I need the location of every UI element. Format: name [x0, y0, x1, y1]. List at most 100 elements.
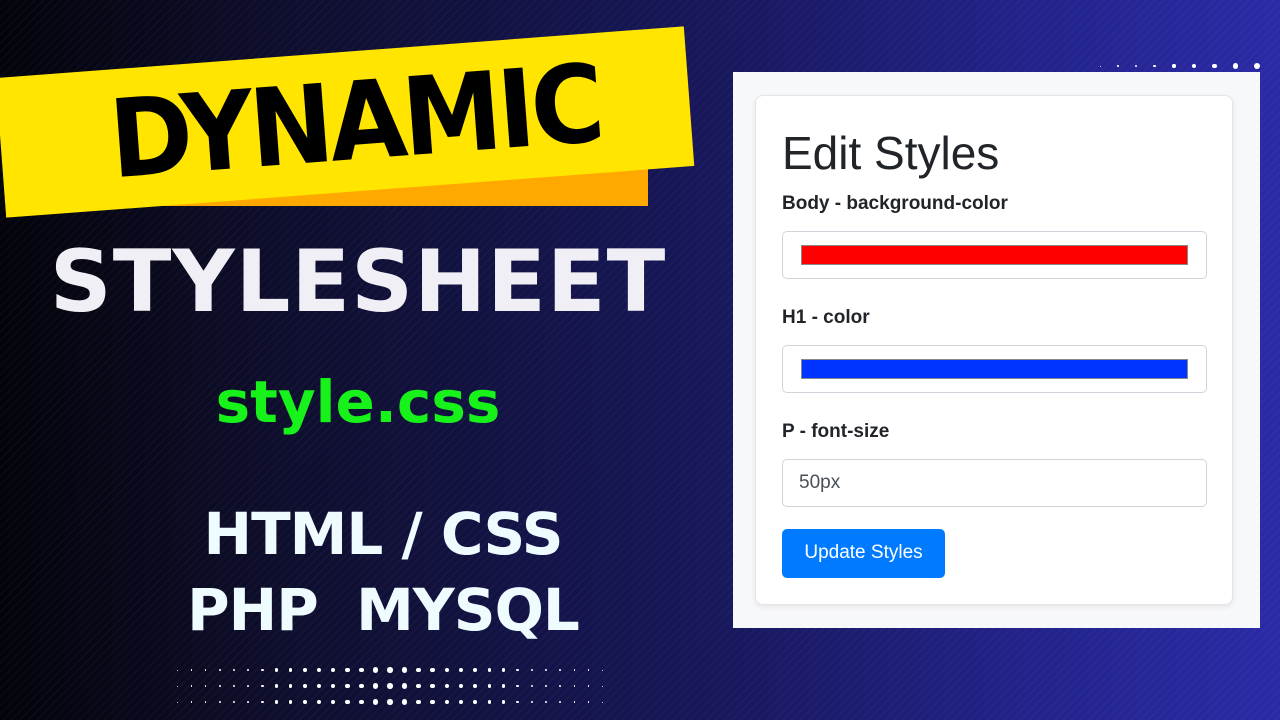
decorative-dot [1153, 64, 1157, 68]
decorative-dot [588, 669, 590, 671]
decorative-dot [430, 667, 435, 673]
decorative-dot [204, 685, 207, 687]
decorative-dot [487, 668, 492, 672]
decorative-dot [260, 700, 264, 704]
decorative-dot [176, 701, 178, 703]
decorative-dot [530, 700, 534, 704]
decorative-dot [331, 699, 336, 705]
decorative-dot [218, 669, 221, 671]
decorative-dot [1191, 64, 1196, 68]
decorative-dot [317, 684, 322, 688]
decorative-dot [204, 701, 207, 703]
decorative-dot [274, 684, 278, 688]
decorative-dot [302, 700, 307, 704]
form-title: Edit Styles [782, 127, 1000, 179]
h1-color-input[interactable] [782, 344, 1207, 393]
decorative-dot [373, 667, 379, 673]
decorative-dot [246, 668, 250, 672]
h1-color-label: H1 - color [782, 306, 870, 328]
decorative-dot [602, 685, 604, 687]
decorative-dot [588, 685, 590, 687]
decorative-dot [1117, 65, 1119, 67]
decorative-dot [274, 668, 278, 672]
decorative-dot [260, 684, 264, 688]
color-swatch [801, 244, 1188, 265]
decorative-dot [345, 699, 350, 705]
decorative-dot [559, 685, 562, 687]
decorative-dot [232, 700, 235, 704]
decorative-dot [559, 701, 562, 703]
decorative-dot [246, 700, 250, 704]
decorative-dot [288, 700, 293, 704]
decorative-dot [345, 683, 350, 689]
decorative-dot [373, 699, 379, 705]
decorative-dot [473, 700, 477, 704]
body-bg-color-input[interactable] [782, 230, 1207, 279]
decorative-dot [317, 700, 322, 704]
tech-line-2: PHP MYSQL [187, 576, 580, 644]
decorative-dot [1100, 65, 1101, 67]
decorative-dot [190, 669, 192, 671]
decorative-dot [473, 684, 477, 688]
title: STYLESHEET [49, 232, 667, 332]
decorative-dot [516, 668, 520, 672]
decorative-dot [501, 684, 506, 688]
decorative-dot [176, 669, 178, 671]
decorative-dot [218, 701, 221, 703]
decorative-dot [573, 669, 576, 671]
decorative-dot [302, 684, 307, 688]
tech-line-1: HTML / CSS [203, 500, 564, 568]
decorative-dot [232, 684, 235, 688]
decorative-dot [387, 699, 393, 705]
p-font-size-value: 50px [799, 471, 841, 493]
p-font-size-label: P - font-size [782, 420, 890, 442]
decorative-dot [359, 683, 365, 689]
decorative-dot [588, 701, 590, 703]
decorative-dot-row [1100, 60, 1260, 72]
color-swatch [801, 358, 1188, 379]
decorative-dot [345, 667, 350, 673]
decorative-dot [487, 684, 492, 688]
decorative-dot [530, 684, 534, 688]
decorative-dot [415, 683, 421, 689]
decorative-dot [401, 699, 407, 705]
decorative-dot [516, 684, 520, 688]
decorative-dot [602, 701, 604, 703]
decorative-dot [190, 685, 192, 687]
decorative-dot [530, 668, 534, 672]
decorative-dot [458, 684, 463, 688]
decorative-dot [331, 683, 336, 689]
decorative-dot [545, 668, 548, 672]
edit-styles-card: Edit Styles Body - background-color H1 -… [755, 95, 1233, 605]
decorative-dot [487, 700, 492, 704]
decorative-dot [444, 699, 449, 705]
decorative-dot [317, 668, 322, 672]
decorative-dot [1134, 64, 1138, 68]
decorative-dot [387, 667, 393, 673]
decorative-dot [501, 700, 506, 704]
decorative-dot [1172, 64, 1176, 68]
decorative-dot [331, 667, 336, 673]
decorative-dot [302, 668, 307, 672]
decorative-dot [387, 683, 393, 689]
update-styles-button[interactable]: Update Styles [782, 528, 945, 578]
decorative-dot [373, 683, 379, 689]
decorative-dot [516, 700, 520, 704]
decorative-dot [401, 667, 407, 673]
decorative-dot [288, 668, 293, 672]
decorative-dot [473, 668, 477, 672]
decorative-dot [218, 685, 221, 687]
decorative-dot [444, 667, 449, 673]
screenshot-panel: Edit Styles Body - background-color H1 -… [733, 72, 1260, 628]
decorative-dot [359, 667, 365, 673]
decorative-dot [602, 669, 604, 671]
decorative-dot [288, 684, 293, 688]
decorative-dot [1232, 63, 1238, 69]
file-name: style.css [215, 368, 501, 436]
decorative-dot [260, 668, 264, 672]
decorative-dot [1254, 63, 1260, 69]
p-font-size-input[interactable]: 50px [782, 458, 1207, 507]
decorative-dot [573, 685, 576, 687]
decorative-dot [274, 700, 278, 704]
decorative-dot [246, 684, 250, 688]
